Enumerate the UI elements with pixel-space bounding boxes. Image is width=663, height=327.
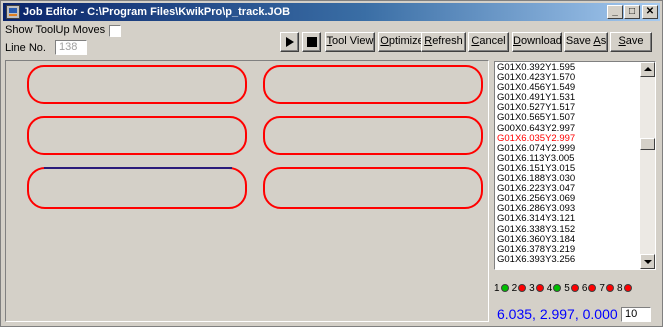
window-title: Job Editor - C:\Program Files\KwikPro\p_… [23,6,291,18]
maximize-button[interactable]: □ [624,5,640,19]
window-controls: _ □ ✕ [606,5,658,19]
gcode-scrollbar[interactable] [640,62,655,269]
led-icon [535,284,544,292]
gcode-listbox[interactable]: G01X0.392Y1.595 G01X0.423Y1.570 G01X0.456Y… [494,61,656,270]
io-indicator-number: 4 [546,282,553,294]
toolpath-shape-5 [27,167,247,209]
io-indicator-number: 5 [564,282,570,294]
app-icon [6,5,20,19]
toolpath-shape-4 [263,116,483,155]
led-icon [570,284,579,292]
io-indicator-strip: 12345678 [494,278,656,298]
close-button[interactable]: ✕ [642,5,658,19]
optimize-button[interactable]: Optimize [378,32,426,52]
arrow-down-icon [644,260,652,264]
io-indicator-number: 6 [581,282,588,294]
io-indicator-number: 8 [616,282,623,294]
download-button[interactable]: Download [512,32,562,52]
zoom-field[interactable]: 10 [621,307,651,322]
title-bar[interactable]: Job Editor - C:\Program Files\KwikPro\p_… [3,3,660,21]
refresh-button[interactable]: Refresh [421,32,466,52]
gcode-line[interactable]: G01X6.314Y3.121 [497,214,639,224]
stop-button[interactable] [302,32,321,52]
io-indicator-number: 7 [599,282,605,294]
scroll-thumb[interactable] [640,138,655,150]
cancel-button[interactable]: Cancel [468,32,509,52]
scroll-down-button[interactable] [640,254,655,269]
line-no-label: Line No. [5,42,46,54]
io-indicator: 4 [547,283,564,294]
io-indicator-number: 3 [529,282,535,294]
io-indicator: 2 [512,283,529,294]
led-icon [605,284,614,292]
toolpath-shape-1 [27,65,247,104]
toolpath-shape-3 [27,116,247,155]
led-icon [623,284,632,292]
job-editor-window: Job Editor - C:\Program Files\KwikPro\p_… [0,0,663,327]
save-button[interactable]: Save [610,32,652,52]
gcode-lines: G01X0.392Y1.595 G01X0.423Y1.570 G01X0.456Y… [497,62,639,265]
led-icon [588,284,597,292]
io-indicator-number: 2 [511,282,518,294]
position-readout: 6.035, 2.997, 0.000 [497,306,618,322]
io-indicator-number: 1 [494,282,500,294]
io-indicator: 7 [599,283,616,294]
toolpath-drawing [27,65,483,209]
arrow-up-icon [644,67,652,71]
gcode-line[interactable]: G01X6.393Y3.256 [497,254,639,265]
io-indicator: 5 [564,283,581,294]
led-icon [518,284,527,292]
show-toolup-checkbox[interactable] [109,25,121,37]
io-indicator: 6 [582,283,599,294]
led-icon [500,284,509,292]
tool-view-button[interactable]: Tool View [325,32,375,52]
stop-icon [307,37,317,47]
play-icon [286,37,294,47]
scroll-up-button[interactable] [640,62,655,77]
led-icon [553,284,562,292]
io-indicator: 1 [494,283,511,294]
io-indicator: 3 [529,283,546,294]
save-as-button[interactable]: Save As [564,32,608,52]
toolpath-shape-6 [263,167,483,209]
io-indicator: 8 [617,283,634,294]
show-toolup-label: Show ToolUp Moves [5,24,106,36]
toolpath-shape-2 [263,65,483,104]
play-button[interactable] [280,32,299,52]
toolpath-canvas[interactable] [5,60,489,322]
line-no-field[interactable]: 138 [55,40,87,55]
minimize-button[interactable]: _ [607,5,623,19]
